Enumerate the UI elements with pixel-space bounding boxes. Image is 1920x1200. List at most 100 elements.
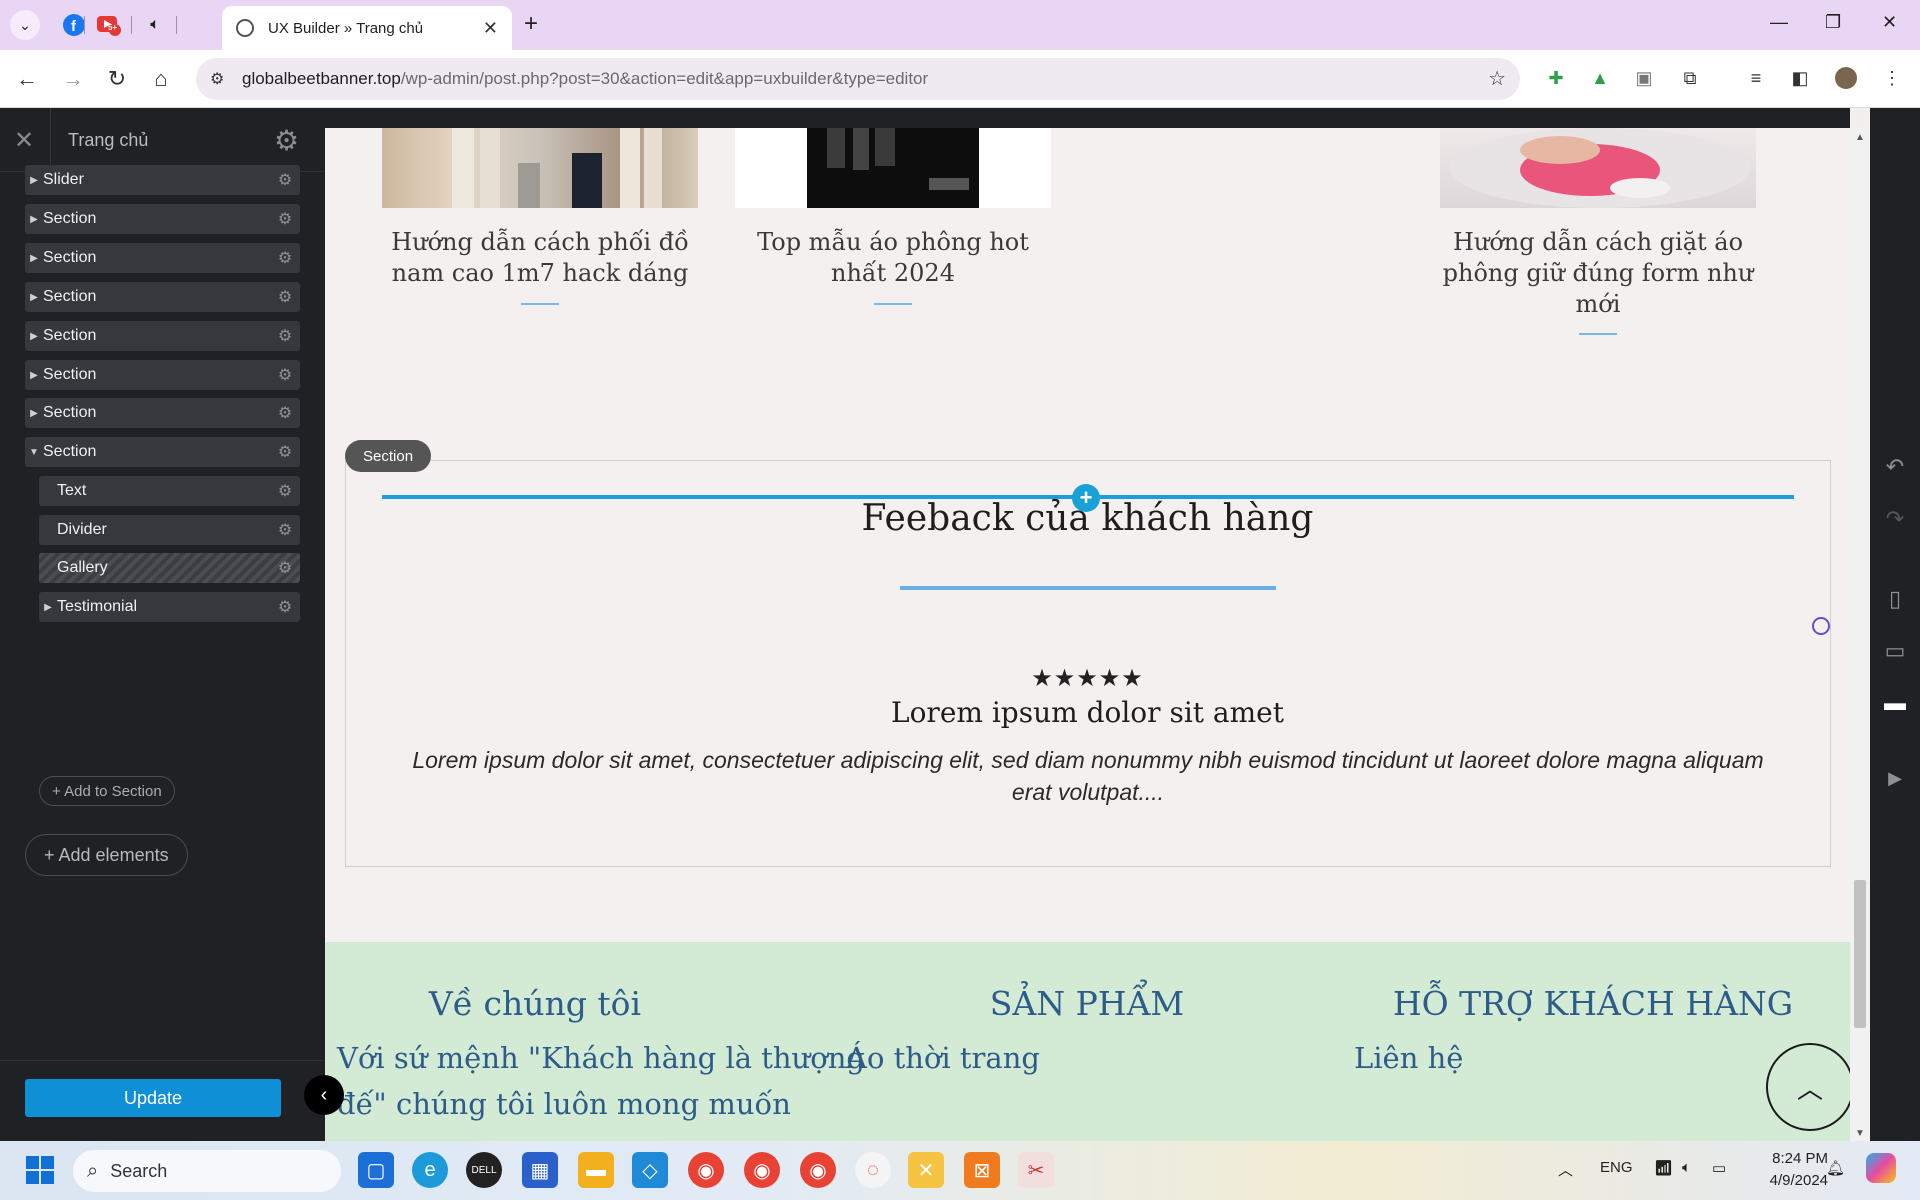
item-gear-icon[interactable]: ⚙	[270, 597, 300, 617]
footer-about-text[interactable]: Với sứ mệnh "Khách hàng là thượng đế" ch…	[337, 1035, 865, 1127]
tree-item-divider[interactable]: Divider ⚙	[39, 515, 300, 545]
tree-item-section[interactable]: ▶ Section ⚙	[25, 321, 300, 351]
post-thumbnail-image[interactable]	[735, 128, 1051, 208]
expand-arrow-icon[interactable]: ▶	[25, 408, 43, 419]
canvas-scrollbar[interactable]: ▲ ▼	[1850, 128, 1870, 1143]
file-explorer-icon[interactable]: ▬	[578, 1152, 614, 1188]
extension-add-icon[interactable]: ✚	[1544, 66, 1568, 90]
reload-button[interactable]: ↻	[104, 66, 130, 92]
back-button[interactable]: ←	[14, 66, 40, 92]
tree-item-section[interactable]: ▶ Section ⚙	[25, 282, 300, 312]
footer-support-title[interactable]: HỖ TRỢ KHÁCH HÀNG	[1343, 984, 1843, 1023]
wifi-icon[interactable]: 📶︎	[1654, 1159, 1673, 1177]
snipping-app-icon[interactable]: ✂	[1018, 1152, 1054, 1188]
add-to-section-button[interactable]: + Add to Section	[39, 776, 175, 806]
system-clock[interactable]: 8:24 PM 4/9/2024	[1740, 1148, 1828, 1192]
expand-arrow-icon[interactable]: ▶	[25, 175, 43, 186]
item-gear-icon[interactable]: ⚙	[270, 403, 300, 423]
expand-arrow-icon[interactable]: ▶	[25, 214, 43, 225]
forward-button[interactable]: →	[60, 66, 86, 92]
restore-button[interactable]: ❐	[1825, 12, 1841, 33]
site-info-icon[interactable]: ⚙	[210, 69, 224, 89]
new-tab-button[interactable]: +	[524, 10, 538, 38]
audio-pinned-tab[interactable]: 🔈︎	[142, 12, 168, 38]
tree-item-section-expanded[interactable]: ▼ Section ⚙	[25, 437, 300, 467]
collapse-arrow-icon[interactable]: ▼	[25, 447, 43, 458]
scroll-down-arrow-icon[interactable]: ▼	[1855, 1128, 1865, 1139]
bookmark-star-icon[interactable]: ☆	[1488, 66, 1506, 91]
item-gear-icon[interactable]: ⚙	[270, 209, 300, 229]
copilot-icon[interactable]	[1866, 1153, 1896, 1183]
item-gear-icon[interactable]: ⚙	[270, 170, 300, 190]
item-gear-icon[interactable]: ⚙	[270, 365, 300, 385]
extension-tree-icon[interactable]: ▲	[1588, 66, 1612, 90]
widgets-app-icon[interactable]: ▢	[358, 1152, 394, 1188]
expand-arrow-icon[interactable]: ▶	[25, 253, 43, 264]
tab-search-button[interactable]: ⌄	[10, 10, 40, 40]
post-title[interactable]: Hướng dẫn cách giặt áo phông giữ đúng fo…	[1440, 227, 1756, 320]
tray-overflow-chevron-icon[interactable]: ︿	[1558, 1159, 1573, 1180]
scrollbar-thumb[interactable]	[1854, 880, 1866, 1028]
undo-icon[interactable]: ↶	[1870, 454, 1920, 480]
tree-item-section[interactable]: ▶ Section ⚙	[25, 204, 300, 234]
item-gear-icon[interactable]: ⚙	[270, 558, 300, 578]
desktop-view-icon[interactable]: ▬	[1870, 690, 1920, 716]
footer-about-title[interactable]: Về chúng tôi	[325, 984, 785, 1023]
chrome-menu-icon[interactable]: ⋮	[1880, 66, 1904, 90]
tree-item-text[interactable]: Text ⚙	[39, 476, 300, 506]
vscode-icon[interactable]: ◇	[632, 1152, 668, 1188]
scroll-up-arrow-icon[interactable]: ▲	[1855, 132, 1865, 143]
tools-app-icon[interactable]: ✕	[908, 1152, 944, 1188]
section-label-tag[interactable]: Section	[345, 440, 432, 472]
side-panel-icon[interactable]: ◧	[1788, 66, 1812, 90]
close-window-button[interactable]: ✕	[1882, 12, 1897, 33]
footer-products-title[interactable]: SẢN PHẨM	[837, 984, 1337, 1023]
item-gear-icon[interactable]: ⚙	[270, 481, 300, 501]
chrome-profile-app-icon[interactable]: ◉	[800, 1152, 836, 1188]
profile-avatar[interactable]	[1834, 66, 1858, 90]
notification-bell-icon[interactable]: 🔔︎	[1826, 1159, 1845, 1177]
dell-app-icon[interactable]: DELL	[466, 1152, 502, 1188]
tree-item-section[interactable]: ▶ Section ⚙	[25, 360, 300, 390]
close-builder-icon[interactable]: ✕	[14, 126, 34, 155]
page-canvas[interactable]: Hướng dẫn cách phối đồ nam cao 1m7 hack …	[325, 128, 1850, 1143]
tree-item-section[interactable]: ▶ Section ⚙	[25, 398, 300, 428]
add-element-plus-icon[interactable]: +	[1072, 484, 1100, 512]
volume-icon[interactable]: 🔈︎	[1682, 1159, 1691, 1176]
chrome-app-icon[interactable]: ◉	[688, 1152, 724, 1188]
edge-browser-icon[interactable]: e	[412, 1152, 448, 1188]
chrome-profile-app-icon[interactable]: ◉	[744, 1152, 780, 1188]
feedback-divider[interactable]	[900, 586, 1276, 590]
expand-arrow-icon[interactable]: ▶	[25, 370, 43, 381]
tree-item-section[interactable]: ▶ Section ⚙	[25, 243, 300, 273]
youtube-pinned-tab[interactable]: 5+	[96, 12, 122, 38]
expand-arrow-icon[interactable]: ▶	[39, 602, 57, 613]
footer-contact-link[interactable]: Liên hệ	[1354, 1035, 1463, 1081]
input-language-label[interactable]: ENG	[1600, 1159, 1633, 1176]
expand-arrow-icon[interactable]: ▶	[25, 292, 43, 303]
tablet-view-icon[interactable]: ▭	[1870, 638, 1920, 664]
tree-item-gallery[interactable]: Gallery ⚙	[39, 553, 300, 583]
footer-product-link[interactable]: Áo thời trang	[846, 1035, 1040, 1081]
mobile-view-icon[interactable]: ▯	[1870, 586, 1920, 612]
item-gear-icon[interactable]: ⚙	[270, 287, 300, 307]
extensions-puzzle-icon[interactable]: ⧉	[1678, 66, 1702, 90]
collapse-sidebar-button[interactable]: ‹	[304, 1075, 344, 1115]
active-tab[interactable]: UX Builder » Trang chủ ✕	[222, 6, 512, 50]
store-app-icon[interactable]: ▦	[522, 1152, 558, 1188]
page-settings-gear-icon[interactable]: ⚙	[274, 124, 299, 157]
post-thumbnail-image[interactable]	[382, 128, 698, 208]
home-button[interactable]: ⌂	[148, 66, 174, 92]
windows-start-icon[interactable]	[26, 1156, 54, 1184]
scroll-to-top-button[interactable]: ︿	[1766, 1043, 1850, 1131]
extension-image-icon[interactable]: ▣	[1632, 66, 1656, 90]
post-title[interactable]: Top mẫu áo phông hot nhất 2024	[735, 227, 1051, 289]
close-tab-icon[interactable]: ✕	[483, 18, 498, 39]
address-bar[interactable]: ⚙ globalbeetbanner.top/wp-admin/post.php…	[196, 58, 1520, 100]
taskbar-search-box[interactable]: ⌕ Search	[73, 1150, 341, 1192]
battery-icon[interactable]: ▭	[1712, 1159, 1726, 1177]
tree-item-slider[interactable]: ▶ Slider ⚙	[25, 165, 300, 195]
item-gear-icon[interactable]: ⚙	[270, 326, 300, 346]
preview-play-icon[interactable]: ▶	[1870, 768, 1920, 789]
post-thumbnail-image[interactable]	[1440, 128, 1756, 208]
